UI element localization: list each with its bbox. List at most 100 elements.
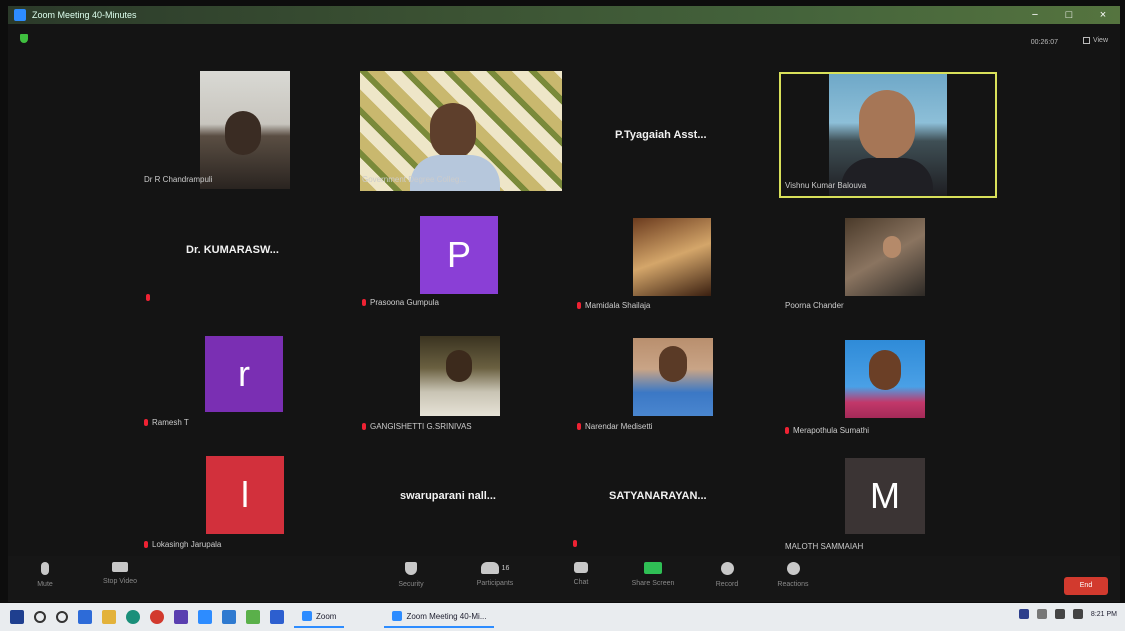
participant-name: Poorna Chander [785, 301, 844, 310]
participant-tile[interactable]: Poorna Chander [783, 214, 993, 324]
participant-tile[interactable]: Mamidala Shailaja [573, 214, 783, 324]
taskbar-task-zoom[interactable]: Zoom [294, 606, 345, 628]
windows-taskbar: Zoom Zoom Meeting 40-Mi... 8:21 PM [0, 603, 1125, 631]
participant-name-text: Mamidala Shailaja [585, 301, 651, 310]
participant-tile[interactable]: SATYANARAYAN... [573, 454, 783, 559]
participants-button[interactable]: 16 Participants [468, 562, 522, 587]
close-button[interactable]: × [1086, 6, 1120, 24]
share-screen-label: Share Screen [631, 580, 675, 587]
zoom-icon [302, 611, 312, 621]
app-icon[interactable] [174, 610, 188, 624]
network-icon[interactable] [1054, 609, 1065, 619]
app-icon[interactable] [270, 610, 284, 624]
participant-tile[interactable]: Narendar Medisetti [573, 334, 783, 444]
zoom-icon [392, 611, 403, 621]
participant-tile[interactable]: M MALOTH SAMMAIAH [783, 454, 993, 559]
participant-name: P.Tyagaiah Asst... [615, 129, 707, 141]
participant-tile[interactable]: l Lokasingh Jarupala [138, 454, 348, 559]
participant-avatar: l [206, 456, 284, 534]
participant-name-text: Lokasingh Jarupala [152, 540, 222, 549]
view-button[interactable]: View [1082, 37, 1108, 44]
participant-video [829, 74, 947, 196]
meeting-toolbar: Mute Stop Video Security 16 Participants… [8, 556, 1120, 602]
participant-tile[interactable]: Merapothula Sumathi [783, 334, 993, 444]
chat-bubble-icon [574, 562, 588, 573]
participant-name: SATYANARAYAN... [609, 490, 707, 502]
mic-muted-icon [577, 423, 581, 431]
tray-app-icon[interactable] [1018, 609, 1029, 619]
participant-video [633, 218, 711, 296]
participant-tile[interactable]: P Prasoona Gumpula [358, 214, 568, 324]
participant-tile[interactable]: GANGISHETTI G.SRINIVAS [358, 334, 568, 444]
microphone-icon [41, 562, 49, 575]
participant-name: Dr R Chandrampuli [144, 175, 213, 184]
system-tray: 8:21 PM [1018, 609, 1117, 619]
participant-name: MALOTH SAMMAIAH [785, 542, 864, 551]
participant-name: Ramesh T [144, 418, 189, 427]
smiley-icon [786, 562, 800, 575]
mic-muted-icon [146, 294, 150, 301]
share-screen-icon [644, 562, 662, 574]
explorer-icon[interactable] [78, 610, 92, 624]
participant-tile[interactable]: Government Degree Colleg... [358, 69, 568, 194]
participant-avatar: P [420, 216, 498, 294]
security-button[interactable]: Security [384, 562, 438, 588]
windows-start-icon[interactable] [10, 610, 24, 624]
participants-label: Participants [476, 580, 514, 587]
participant-avatar: M [845, 458, 925, 534]
participant-tile-active-speaker[interactable]: Vishnu Kumar Balouva [779, 72, 997, 198]
reactions-button[interactable]: Reactions [766, 562, 820, 588]
shield-icon [405, 562, 417, 575]
participant-name: Lokasingh Jarupala [144, 540, 221, 549]
app-icon[interactable] [222, 610, 236, 624]
record-icon [720, 562, 734, 575]
stop-video-button[interactable]: Stop Video [93, 562, 147, 585]
participant-avatar: r [205, 336, 283, 412]
task-view-icon[interactable] [56, 611, 68, 623]
participant-name: GANGISHETTI G.SRINIVAS [362, 422, 472, 431]
taskbar-task-label: Zoom Meeting 40-Mi... [406, 611, 487, 621]
participant-name: Prasoona Gumpula [362, 298, 439, 307]
security-label: Security [398, 581, 424, 588]
volume-icon[interactable] [1072, 609, 1083, 619]
search-icon[interactable] [34, 611, 46, 623]
edge-icon[interactable] [126, 610, 140, 624]
zoom-app-icon [14, 9, 26, 21]
folder-icon[interactable] [102, 610, 116, 624]
mic-muted-icon [362, 423, 366, 431]
participant-tile[interactable]: Dr R Chandrampuli [144, 69, 358, 194]
taskbar-task-zoom-meeting[interactable]: Zoom Meeting 40-Mi... [384, 606, 495, 628]
participant-tile[interactable]: P.Tyagaiah Asst... [573, 69, 783, 194]
taskbar-clock[interactable]: 8:21 PM [1091, 611, 1117, 618]
participant-video [845, 218, 925, 296]
app-icon[interactable] [198, 610, 212, 624]
participant-name: Vishnu Kumar Balouva [785, 181, 867, 190]
mute-button[interactable]: Mute [18, 562, 72, 588]
taskbar-task-label: Zoom [316, 611, 337, 621]
participant-tile[interactable]: Dr. KUMARASW... [138, 214, 348, 324]
maximize-button[interactable]: □ [1052, 6, 1086, 24]
record-button[interactable]: Record [700, 562, 754, 588]
participant-tile[interactable]: swaruparani nall... [358, 454, 568, 559]
share-screen-button[interactable]: Share Screen [626, 562, 680, 587]
participants-count: 16 [501, 564, 510, 572]
meeting-gallery: 00:26:07 View Dr R Chandrampuli Governme… [8, 24, 1120, 602]
grid-view-icon [1082, 37, 1090, 44]
meeting-timer: 00:26:07 [1030, 39, 1058, 46]
encryption-shield-icon[interactable] [20, 34, 28, 43]
chat-button[interactable]: Chat [554, 562, 608, 586]
reactions-label: Reactions [777, 581, 809, 588]
tray-app-icon[interactable] [1036, 609, 1047, 619]
video-camera-icon [112, 562, 128, 572]
participant-video [845, 340, 925, 418]
chrome-icon[interactable] [150, 610, 164, 624]
participant-tile[interactable]: r Ramesh T [138, 334, 348, 444]
participant-name: swaruparani nall... [400, 490, 496, 502]
mic-muted-icon [573, 540, 577, 547]
app-icon[interactable] [246, 610, 260, 624]
stop-video-label: Stop Video [102, 578, 138, 585]
minimize-button[interactable]: − [1018, 6, 1052, 24]
participant-video [360, 71, 562, 191]
end-meeting-button[interactable]: End [1064, 577, 1108, 595]
window-title: Zoom Meeting 40-Minutes [32, 10, 137, 20]
